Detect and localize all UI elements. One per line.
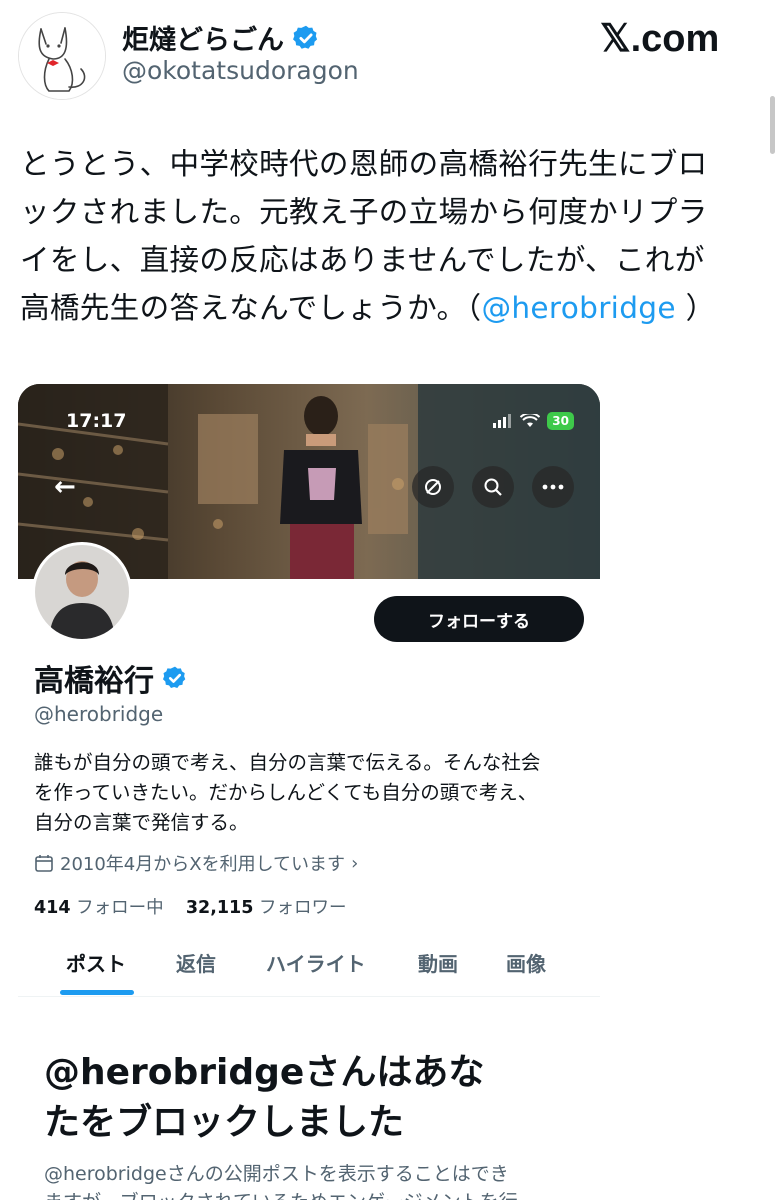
blocked-title: @herobridgeさんはあな たをブロックしました [44,1048,584,1148]
followers-count: 32,115 [185,898,254,918]
tweet-text-line: 高橋先生の答えなんでしょうか。（@herobridge ） [20,284,760,332]
follow-stats: 414 フォロー中 32,115 フォロワー [34,894,346,919]
back-arrow-icon[interactable]: ← [54,472,76,502]
joined-date-text: 2010年4月からXを利用しています [60,854,346,875]
blocked-title-line: @herobridgeさんはあな [44,1052,485,1093]
more-options-icon[interactable] [532,466,574,508]
wifi-icon [520,414,541,427]
profile-name: 高橋裕行 [34,656,188,700]
signal-icon [493,414,512,428]
mention-link[interactable]: @herobridge [481,291,675,325]
blocked-message: @herobridgeさんの公開ポストを表示することはでき ますが、ブロックされ… [44,1160,600,1200]
battery-indicator: 30 [547,412,574,430]
bio-line: 誰もが自分の頭で考え、自分の言葉で伝える。そんな社会 [34,751,541,774]
followers-link[interactable]: 32,115 フォロワー [186,898,347,918]
calendar-icon [35,855,53,872]
tweet-text-line: イをし、直接の反応はありませんでしたが、これが [20,243,705,277]
blocked-message-line: ますが、ブロックされているためエンゲージメントを行 [44,1188,600,1200]
profile-handle: @herobridge [34,702,164,726]
tweet-text: とうとう、中学校時代の恩師の高橋裕行先生にブロ ックされました。元教え子の立場か… [20,140,760,332]
tweet-text-prefix: 高橋先生の答えなんでしょうか。（ [20,291,482,325]
tweet-text-line: ックされました。元教え子の立場から何度かリプラ [20,195,708,229]
tab-media[interactable]: 画像 [506,948,546,977]
tab-videos[interactable]: 動画 [418,948,458,977]
embedded-screenshot[interactable]: 17:17 30 ← フォローする 高橋裕行 @herobridge 誰もが自分… [18,384,600,1200]
author-name-text: 炬燵どらごん [122,25,284,56]
tweet-text-suffix: ） [675,291,716,325]
active-tab-indicator [60,990,134,995]
status-time: 17:17 [66,410,127,432]
grok-icon[interactable] [412,466,454,508]
joined-date: 2010年4月からXを利用しています › [34,850,358,876]
bio-line: を作っていきたい。だからしんどくても自分の頭で考え、 [34,781,538,804]
author-handle[interactable]: @okotatsudoragon [122,56,359,85]
profile-name-text: 高橋裕行 [34,664,154,699]
status-icons: 30 [493,412,574,430]
bio-line: 自分の言葉で発信する。 [34,811,249,834]
cat-illustration [19,13,105,99]
tweet-text-line: とうとう、中学校時代の恩師の高橋裕行先生にブロ [20,147,708,181]
following-link[interactable]: 414 フォロー中 [34,898,164,918]
tab-posts[interactable]: ポスト [66,948,126,977]
scrollbar-thumb[interactable] [770,96,775,154]
profile-photo [35,545,129,639]
following-label: フォロー中 [76,898,164,918]
tab-replies[interactable]: 返信 [176,948,216,977]
search-icon[interactable] [472,466,514,508]
profile-tabs: ポスト 返信 ハイライト 動画 画像 [18,938,600,997]
follow-button[interactable]: フォローする [374,596,584,642]
profile-avatar[interactable] [32,542,132,642]
author-name[interactable]: 炬燵どらごん [122,18,320,57]
verified-badge-icon [162,666,186,688]
blocked-message-line: @herobridgeさんの公開ポストを表示することはでき [44,1163,509,1185]
following-count: 414 [34,898,71,918]
profile-bio: 誰もが自分の頭で考え、自分の言葉で伝える。そんな社会 を作っていきたい。だからし… [34,748,594,838]
blocked-title-line: たをブロックしました [44,1102,405,1143]
chevron-right-icon: › [351,852,359,874]
verified-badge-icon [293,25,318,49]
author-avatar[interactable] [18,12,106,100]
x-logo[interactable]: 𝕏.com [600,16,719,61]
tab-highlights[interactable]: ハイライト [266,948,366,977]
followers-label: フォロワー [258,898,347,918]
